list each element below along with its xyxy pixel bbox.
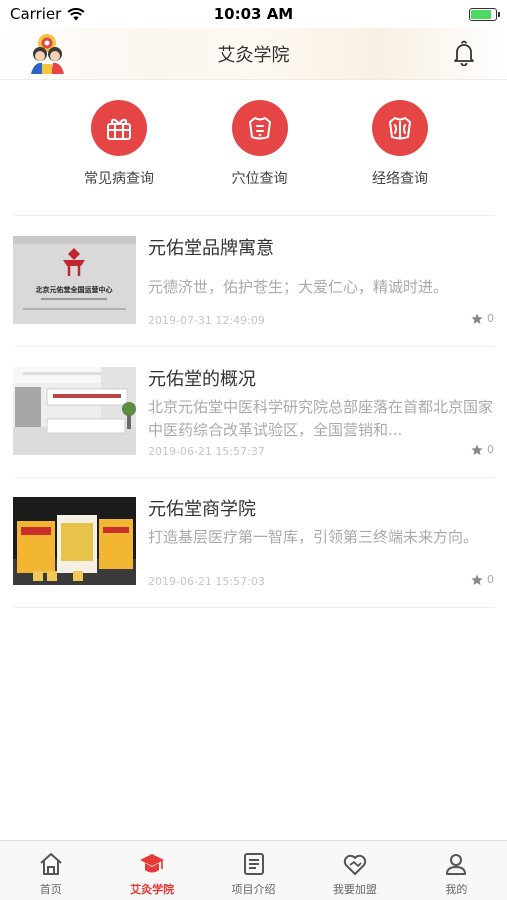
tab-label: 项目介绍 <box>231 883 276 896</box>
divider <box>13 477 495 478</box>
tab-home[interactable]: 首页 <box>0 841 101 900</box>
rating-count: 0 <box>487 312 494 325</box>
status-bar: Carrier 10:03 AM <box>0 0 507 28</box>
divider <box>13 215 495 216</box>
body-front-icon <box>248 117 271 140</box>
divider <box>13 346 495 347</box>
tab-moxibustion-academy[interactable]: 艾灸学院 <box>101 841 202 900</box>
battery-level <box>471 9 492 19</box>
product-boxes-image <box>13 497 136 585</box>
office-lobby-image <box>13 367 136 455</box>
star-icon <box>471 574 483 585</box>
tab-label: 我的 <box>445 883 468 896</box>
status-left: Carrier <box>10 5 85 23</box>
handshake-heart-icon <box>343 854 367 875</box>
quick-entry-circle <box>231 100 288 156</box>
article-rating: 0 <box>471 573 494 586</box>
rating-count: 0 <box>487 573 494 586</box>
brand-wall-image: 北京元佑堂全国运营中心 <box>13 236 136 324</box>
rating-count: 0 <box>487 443 494 456</box>
article-description: 元德济世，佑护苍生；大爱仁心，精诚时进。 <box>148 278 449 296</box>
quick-entry-label: 穴位查询 <box>231 171 288 187</box>
quick-entry-circle <box>372 100 428 156</box>
star-icon <box>471 444 483 455</box>
user-icon <box>446 854 467 875</box>
tab-label: 我要加盟 <box>332 883 377 896</box>
article-title: 元佑堂商学院 <box>148 499 256 520</box>
tab-bar: 首页 艾灸学院 项目介绍 我要加盟 我的 <box>0 840 507 900</box>
home-icon <box>40 853 62 875</box>
article-thumbnail <box>13 497 136 585</box>
article-date: 2019-06-21 15:57:03 <box>148 575 265 588</box>
carrier-label: Carrier <box>10 5 62 23</box>
article-rating: 0 <box>471 443 494 456</box>
mascot-avatar[interactable] <box>26 32 70 76</box>
page-title: 艾灸学院 <box>217 44 290 66</box>
article-description: 打造基层医疗第一智库，引领第三终端未来方向。 <box>148 528 479 546</box>
article-date: 2019-07-31 12:49:09 <box>148 314 265 327</box>
quick-entry-circle <box>91 100 147 156</box>
article-thumbnail <box>13 367 136 455</box>
nav-bar: 艾灸学院 <box>0 28 507 80</box>
document-list-icon <box>243 853 264 875</box>
article-title: 元佑堂品牌寓意 <box>148 238 274 259</box>
quick-entry-label: 经络查询 <box>372 171 428 187</box>
article-description: 北京元佑堂中医科学研究院总部座落在首都北京国家中医药综合改革试验区，全国营销和.… <box>148 398 493 439</box>
tab-project-intro[interactable]: 项目介绍 <box>203 841 304 900</box>
wifi-icon <box>67 7 85 20</box>
tab-label: 首页 <box>39 883 62 896</box>
tab-join[interactable]: 我要加盟 <box>304 841 405 900</box>
body-back-icon <box>389 117 411 140</box>
article-date: 2019-06-21 15:57:37 <box>148 445 265 458</box>
quick-entry-row: 常见病查询 穴位查询 经络查询 <box>0 100 507 200</box>
quick-entry-acupoint[interactable]: 穴位查询 <box>215 100 305 200</box>
tab-label: 艾灸学院 <box>130 883 175 896</box>
thumb-caption: 北京元佑堂全国运营中心 <box>36 285 113 294</box>
quick-entry-meridian[interactable]: 经络查询 <box>355 100 445 200</box>
divider <box>13 607 495 608</box>
article-title: 元佑堂的概况 <box>148 369 256 390</box>
bell-icon[interactable] <box>451 40 477 66</box>
article-rating: 0 <box>471 312 494 325</box>
quick-entry-label: 常见病查询 <box>84 171 154 187</box>
graduation-cap-icon <box>140 854 165 873</box>
gift-box-icon <box>107 118 131 140</box>
battery-icon <box>469 7 500 21</box>
star-icon <box>471 313 483 324</box>
quick-entry-common-disease[interactable]: 常见病查询 <box>74 100 164 200</box>
article-thumbnail: 北京元佑堂全国运营中心 <box>13 236 136 324</box>
tab-mine[interactable]: 我的 <box>406 841 507 900</box>
